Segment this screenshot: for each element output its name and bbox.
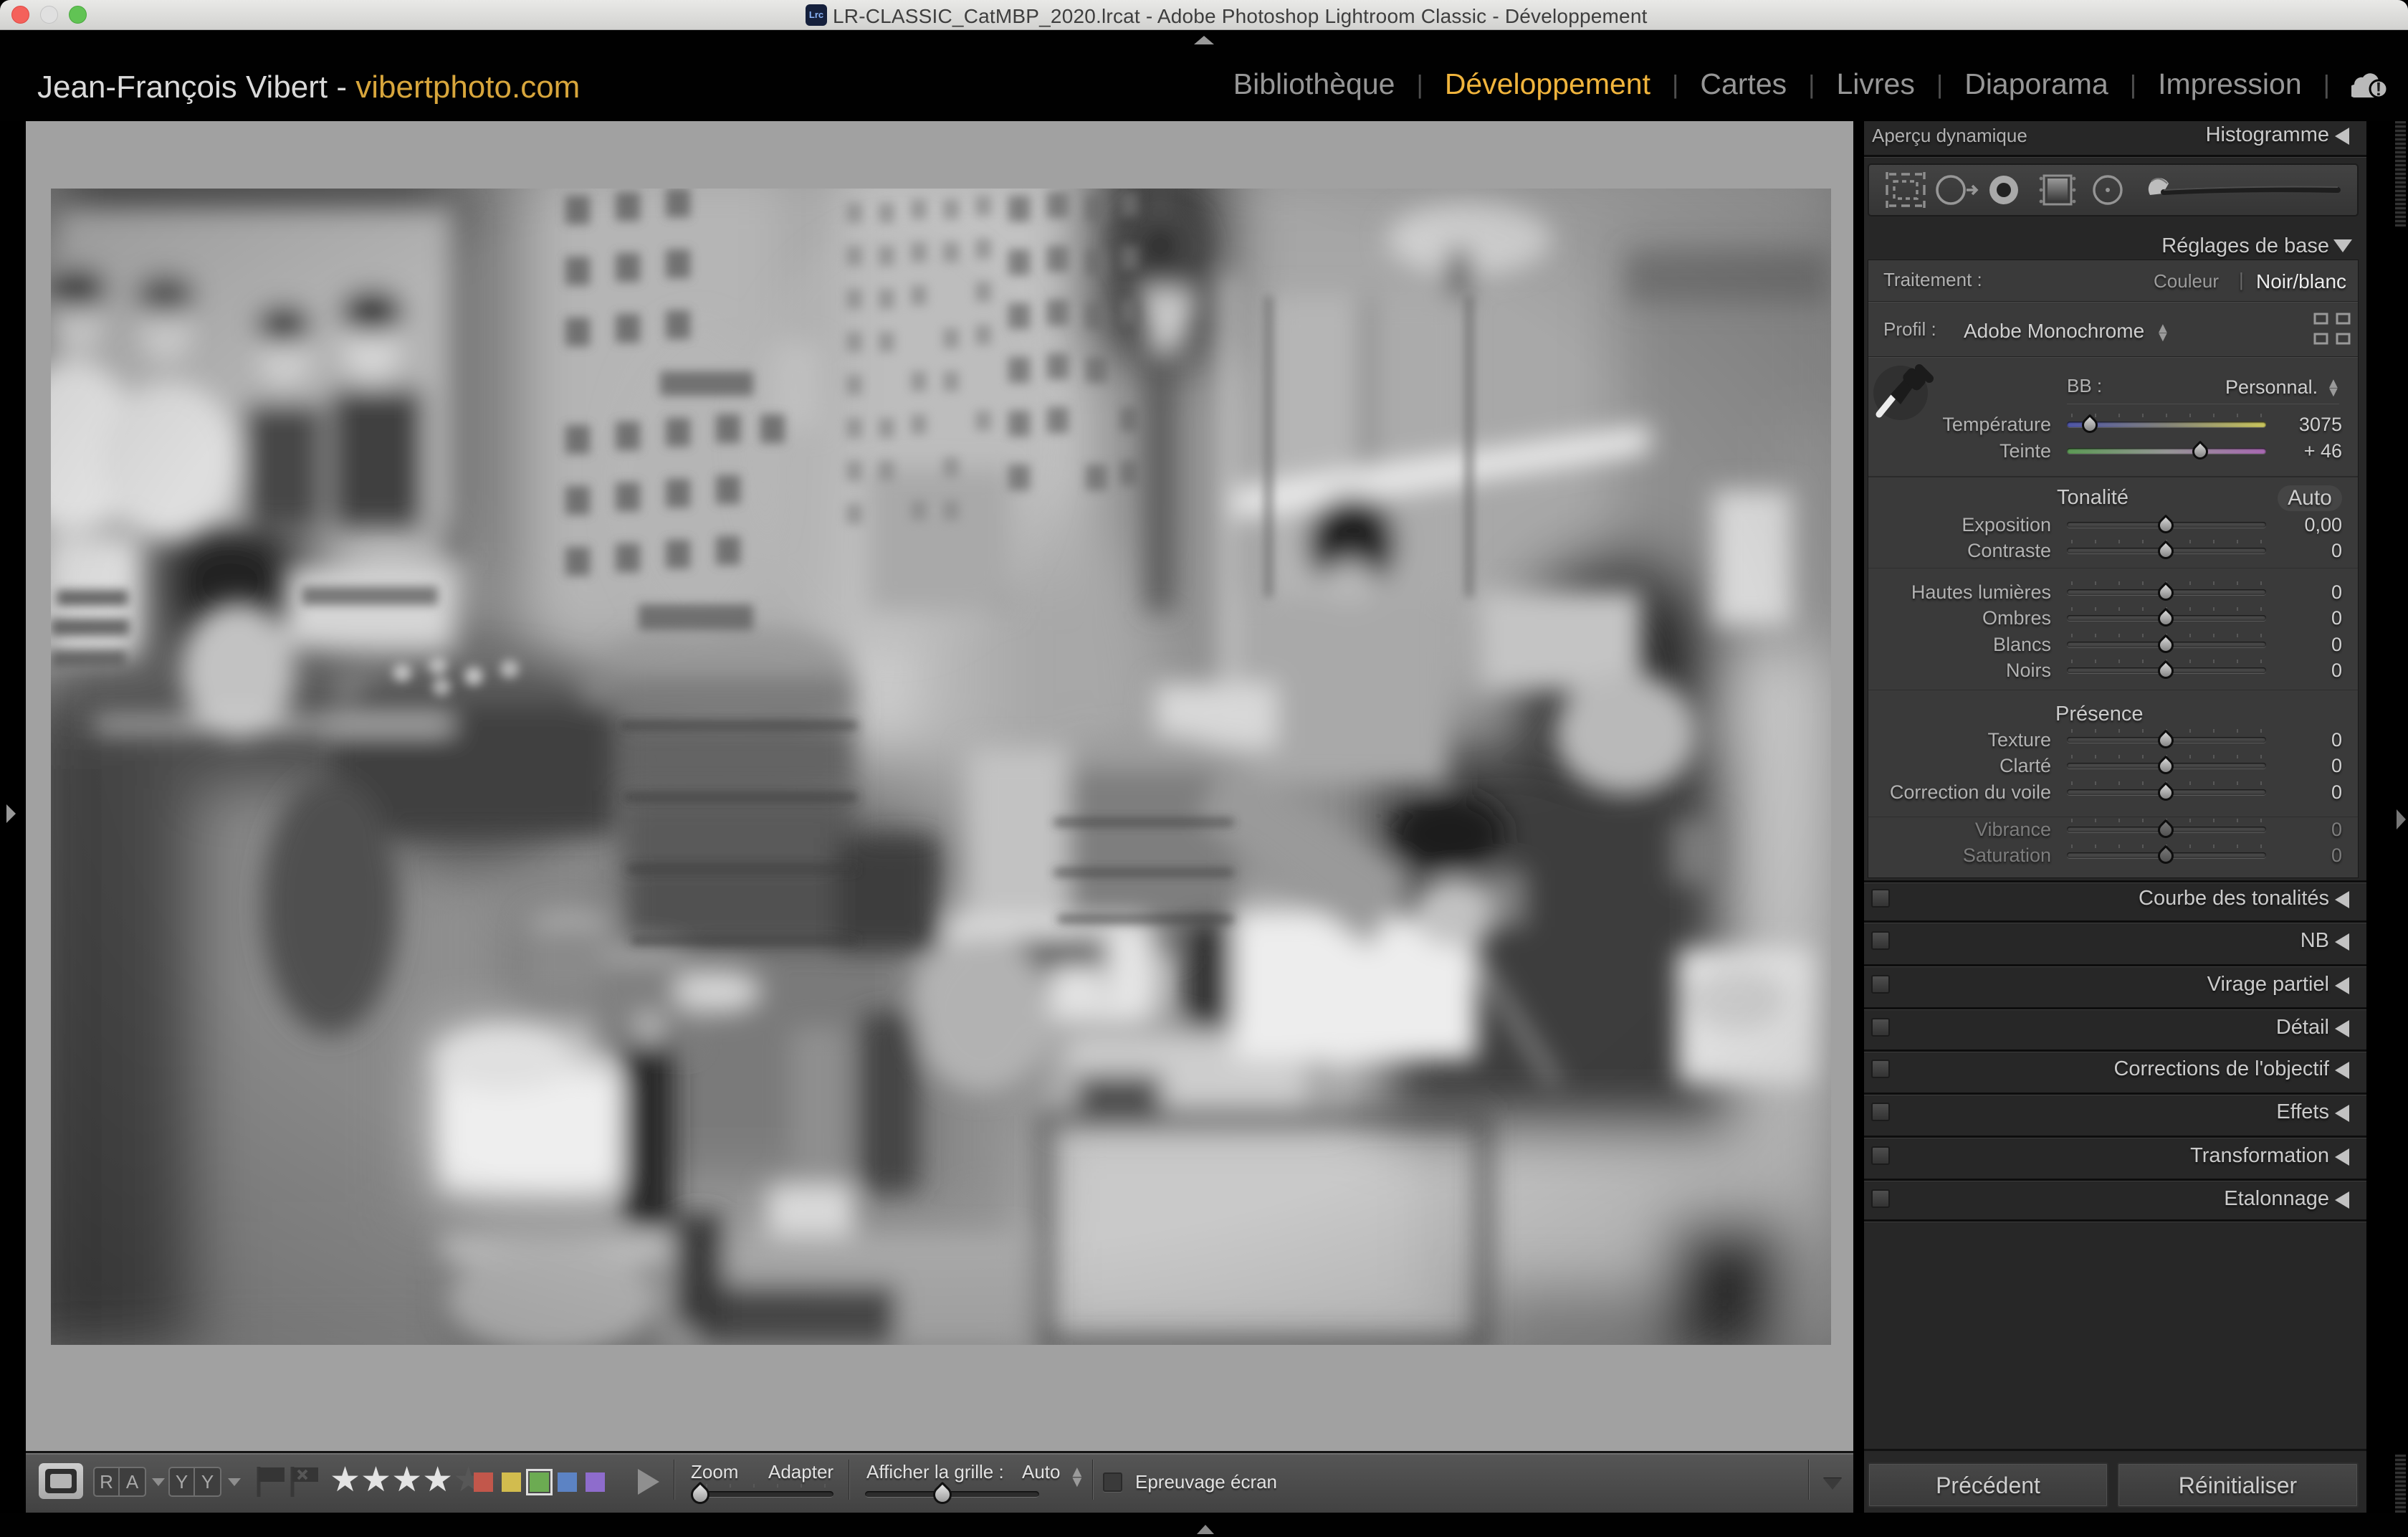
- svg-text:!: !: [2376, 78, 2382, 99]
